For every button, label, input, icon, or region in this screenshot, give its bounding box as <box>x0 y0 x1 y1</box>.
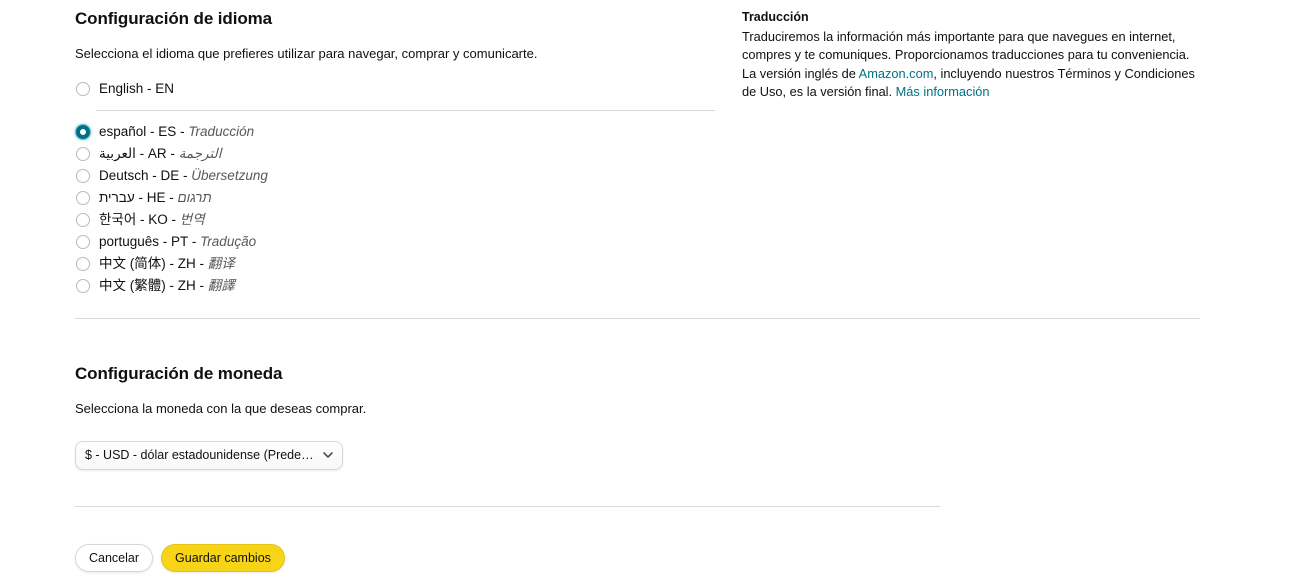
amazon-com-link[interactable]: Amazon.com <box>859 66 934 81</box>
language-option-zh-8[interactable]: 中文 (繁體) - ZH - 翻譯 <box>75 275 715 297</box>
currency-section-title: Configuración de moneda <box>75 364 283 383</box>
save-changes-button[interactable]: Guardar cambios <box>161 544 285 572</box>
radio-unselected-icon[interactable] <box>76 168 90 183</box>
language-option-label: English - EN <box>99 80 175 96</box>
section-divider-bottom <box>75 506 940 507</box>
currency-settings-section: Configuración de moneda Selecciona la mo… <box>75 355 715 470</box>
radio-unselected-icon[interactable] <box>76 234 90 249</box>
currency-section-subtitle: Selecciona la moneda con la que deseas c… <box>75 401 367 417</box>
chevron-down-icon <box>323 450 333 460</box>
currency-select[interactable]: $ - USD - dólar estadounidense (Predeter… <box>75 440 343 470</box>
language-section-title: Configuración de idioma <box>75 9 272 28</box>
radio-unselected-icon[interactable] <box>76 212 90 227</box>
language-option-label: 中文 (简体) - ZH - 翻译 <box>99 255 235 271</box>
language-section-subtitle: Selecciona el idioma que prefieres utili… <box>75 46 538 62</box>
language-option-ar-2[interactable]: العربية - AR - الترجمة <box>75 143 715 165</box>
language-option-es-1[interactable]: español - ES - Traducción <box>75 121 715 143</box>
radio-unselected-icon[interactable] <box>76 256 90 271</box>
radio-selected-icon[interactable] <box>76 124 90 139</box>
cancel-button[interactable]: Cancelar <box>75 544 154 572</box>
translation-panel-title: Traducción <box>742 10 809 24</box>
translation-info-panel: Traducción Traduciremos la información m… <box>742 8 1202 101</box>
language-option-ko-5[interactable]: 한국어 - KO - 번역 <box>75 209 715 231</box>
language-option-label: 中文 (繁體) - ZH - 翻譯 <box>99 277 235 293</box>
currency-select-wrapper: $ - USD - dólar estadounidense (Predeter… <box>75 440 343 470</box>
radio-unselected-icon[interactable] <box>76 81 90 96</box>
section-divider-top <box>75 318 1200 319</box>
language-option-en-0[interactable]: English - EN <box>75 78 715 111</box>
language-option-label: português - PT - Tradução <box>99 233 257 249</box>
language-option-de-3[interactable]: Deutsch - DE - Übersetzung <box>75 165 715 187</box>
language-option-label: 한국어 - KO - 번역 <box>99 211 205 227</box>
currency-select-value: $ - USD - dólar estadounidense (Predeter… <box>85 448 316 463</box>
language-option-label: español - ES - Traducción <box>99 123 255 139</box>
radio-unselected-icon[interactable] <box>76 278 90 293</box>
language-settings-section: Configuración de idioma Selecciona el id… <box>75 0 715 297</box>
radio-unselected-icon[interactable] <box>76 146 90 161</box>
translation-panel-body: Traduciremos la información más importan… <box>742 26 1202 101</box>
radio-unselected-icon[interactable] <box>76 190 90 205</box>
language-option-he-4[interactable]: עברית - HE - תרגום <box>75 187 715 209</box>
more-information-link[interactable]: Más información <box>896 84 990 99</box>
language-radio-group[interactable]: English - EN español - ES - Traducción الع… <box>75 64 715 297</box>
language-option-label: Deutsch - DE - Übersetzung <box>99 167 268 183</box>
form-actions: Cancelar Guardar cambios <box>75 544 285 572</box>
language-option-label: עברית - HE - תרגום <box>99 189 212 205</box>
language-option-label: العربية - AR - الترجمة <box>99 145 222 161</box>
language-option-pt-6[interactable]: português - PT - Tradução <box>75 231 715 253</box>
language-option-zh-7[interactable]: 中文 (简体) - ZH - 翻译 <box>75 253 715 275</box>
